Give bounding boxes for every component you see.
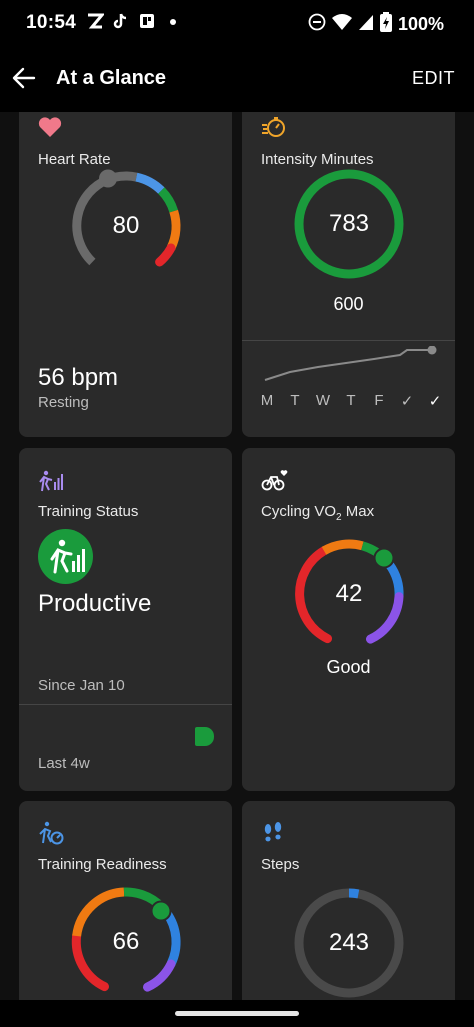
intensity-minutes-ring: 783: [293, 168, 405, 280]
training-status-badge-icon: [38, 529, 93, 584]
weekly-trend-chart: [262, 345, 442, 386]
training-readiness-card[interactable]: Training Readiness 66: [19, 801, 232, 1000]
app-bar: At a Glance EDIT: [0, 46, 474, 112]
weekday-check: ✓: [428, 393, 442, 410]
intensity-minutes-value: 783: [328, 210, 370, 237]
page-title: At a Glance: [56, 67, 167, 89]
steps-ring: 243: [293, 887, 405, 999]
battery-charging-icon: [379, 12, 392, 37]
app-notification-icon: [86, 12, 106, 30]
status-app-icons: [86, 12, 182, 30]
glance-grid[interactable]: Heart Rate 80 56 bpm Resting Intensity M…: [0, 112, 474, 1000]
footprints-icon: [261, 821, 287, 845]
runner-bars-icon: [38, 470, 64, 494]
cycling-vo2-max-card[interactable]: Cycling VO2 Max 42 Good: [242, 448, 455, 791]
navigation-bar: [0, 1000, 474, 1027]
training-status-period: Last 4w: [38, 755, 90, 772]
divider: [242, 340, 455, 341]
status-time: 10:54: [26, 12, 77, 33]
status-bar: 10:54 100%: [0, 0, 474, 46]
weekday-label: F: [374, 392, 384, 409]
vo2-label-suffix: Max: [341, 503, 375, 520]
training-status-value: Productive: [38, 590, 152, 617]
card-title: Steps: [261, 856, 300, 873]
card-title: Training Readiness: [38, 856, 167, 873]
training-readiness-value: 66: [112, 928, 140, 955]
intensity-minutes-card[interactable]: Intensity Minutes 783 600 M T W T F ✓ ✓: [242, 112, 455, 437]
training-status-since: Since Jan 10: [38, 677, 125, 694]
steps-value: 243: [328, 929, 370, 956]
weekday-row: M T W T F ✓ ✓: [256, 392, 446, 410]
battery-percent: 100%: [397, 14, 444, 34]
resting-heart-rate: 56 bpm: [38, 364, 119, 391]
training-readiness-gauge: 66: [66, 882, 186, 1000]
edit-button[interactable]: EDIT: [412, 68, 455, 89]
intensity-goal: 600: [333, 294, 364, 314]
bike-heart-icon: [261, 468, 288, 492]
dot-icon: [164, 12, 182, 30]
steps-card[interactable]: Steps 243: [242, 801, 455, 1000]
heart-rate-gauge-value: 80: [112, 212, 140, 239]
weekday-label: T: [346, 392, 356, 409]
load-indicator-icon: [195, 727, 214, 746]
vo2-label-prefix: Cycling VO: [261, 503, 337, 520]
vo2-max-rating: Good: [326, 657, 371, 677]
card-title: Training Status: [38, 503, 139, 520]
wifi-icon: [331, 13, 352, 36]
resting-label: Resting: [38, 394, 89, 411]
runner-gauge-icon: [38, 821, 64, 845]
card-title: Intensity Minutes: [261, 151, 374, 168]
vo2-max-gauge: 42: [289, 534, 409, 654]
app-icon: [138, 12, 156, 30]
divider: [19, 704, 232, 705]
home-indicator[interactable]: [175, 1011, 299, 1016]
weekday-label: T: [290, 392, 300, 409]
do-not-disturb-icon: [308, 13, 326, 36]
card-title: Cycling VO2 Max: [261, 503, 374, 523]
heart-rate-gauge: 80: [66, 166, 186, 286]
training-status-card[interactable]: Training Status Productive Since Jan 10 …: [19, 448, 232, 791]
weekday-label: W: [315, 392, 331, 409]
tiktok-icon: [112, 12, 130, 30]
heart-rate-card[interactable]: Heart Rate 80 56 bpm Resting: [19, 112, 232, 437]
status-right: 100%: [308, 12, 444, 37]
heart-icon: [38, 116, 64, 140]
vo2-max-value: 42: [335, 580, 363, 607]
stopwatch-icon: [261, 116, 287, 140]
signal-icon: [358, 13, 374, 36]
weekday-label: M: [260, 392, 274, 409]
back-arrow-icon[interactable]: [10, 64, 38, 92]
weekday-check: ✓: [400, 393, 414, 410]
